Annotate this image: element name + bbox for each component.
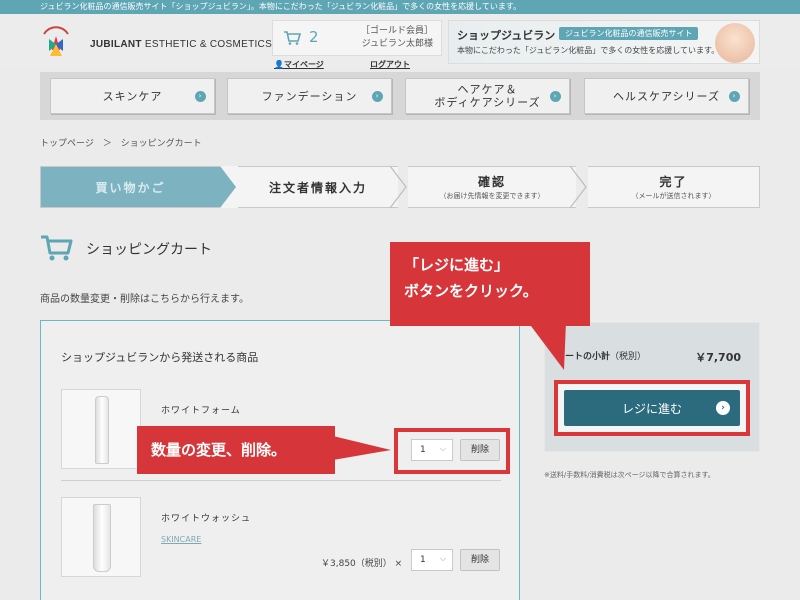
nav-haircare-bodycare[interactable]: ヘアケア＆ ボディケアシリーズ ›: [405, 78, 570, 114]
logout-link[interactable]: ログアウト: [370, 59, 410, 70]
step-arrow-icon: [220, 166, 238, 208]
chevron-down-icon: ⌵: [439, 554, 446, 563]
step-title: 買い物かご: [95, 180, 166, 195]
chevron-right-icon: ›: [372, 91, 383, 102]
banner-subtitle: 本物にこだわった「ジュビラン化粧品」で多くの女性を応援しています。: [457, 46, 720, 55]
cart-icon: [41, 235, 73, 261]
category-nav: スキンケア › ファンデーション › ヘアケア＆ ボディケアシリーズ › ヘルス…: [40, 72, 760, 120]
cart-count: 2: [309, 28, 319, 46]
checkout-highlight: レジに進む ›: [554, 380, 750, 436]
subtotal-value: ￥7,700: [695, 351, 741, 364]
step-cart: 買い物かご: [40, 166, 220, 208]
mypage-link[interactable]: 👤マイページ: [274, 59, 324, 70]
cart-item: ホワイトウォッシュ SKINCARE ￥3,850（税別） × 1 ⌵ 削除: [61, 497, 501, 597]
product-thumbnail[interactable]: [61, 389, 141, 469]
cart-icon: [284, 31, 301, 45]
step-arrow-icon: [570, 166, 587, 208]
subtotal-label: ートの小計（税別）: [565, 352, 647, 362]
step-subtitle: （メールが送信されます）: [631, 192, 716, 200]
banner-title: ショップジュビラン: [457, 29, 556, 42]
brand-name: JUBILANT ESTHETIC & COSMETICS: [90, 39, 273, 50]
callout-line: 「レジに進む」: [404, 256, 510, 274]
quantity-select[interactable]: 1 ⌵: [411, 549, 453, 571]
top-announcement-bar: ジュビラン化粧品の通信販売サイト「ショップジュビラン」。本物にこだわった「ジュビ…: [0, 0, 800, 14]
breadcrumb-current: ショッピングカート: [120, 139, 202, 149]
callout-pointer: [333, 436, 391, 460]
chevron-right-icon: ›: [550, 91, 561, 102]
step-title: 完了: [659, 175, 688, 189]
model-photo: [715, 23, 755, 63]
nav-label: ファンデーション: [261, 89, 358, 103]
panel-title: ショップジュビランから発送される商品: [61, 351, 259, 364]
member-rank: ［ゴールド会員］: [360, 26, 433, 36]
quantity-value: 1: [420, 555, 426, 565]
quantity-highlight: [394, 428, 510, 474]
product-category-link[interactable]: SKINCARE: [161, 535, 201, 544]
nav-label: ヘルスケアシリーズ: [612, 89, 720, 103]
callout-line: ボタンをクリック。: [404, 282, 538, 300]
step-confirm: 確認 （お届け先情報を変更できます）: [408, 166, 576, 208]
member-info: ［ゴールド会員］ ジュビラン太郎様: [361, 25, 433, 51]
checkout-steps: 買い物かご 注文者情報入力 確認 （お届け先情報を変更できます） 完了 （メール…: [40, 166, 760, 208]
callout-pointer: [528, 322, 566, 370]
delete-button[interactable]: 削除: [460, 549, 500, 571]
shipping-note: ※送料/手数料/消費税は次ページ以降で合算されます。: [544, 471, 715, 479]
chevron-right-icon: ›: [195, 91, 206, 102]
step-title: 確認: [477, 175, 506, 189]
product-price: ￥3,850（税別） ×: [321, 559, 403, 569]
tube-image: [93, 504, 111, 572]
product-name[interactable]: ホワイトフォーム: [161, 403, 241, 416]
checkout-label: レジに進む: [621, 401, 682, 416]
checkout-callout: 「レジに進む」 ボタンをクリック。: [390, 242, 590, 326]
breadcrumb: トップページ ＞ ショッピングカート: [40, 136, 202, 149]
chevron-right-icon: ›: [716, 401, 730, 415]
nav-label: スキンケア: [102, 89, 163, 103]
breadcrumb-home[interactable]: トップページ: [40, 139, 94, 149]
brand-logo-icon[interactable]: [40, 20, 72, 62]
checkout-button[interactable]: レジに進む ›: [564, 390, 740, 426]
header-cart[interactable]: 2 ［ゴールド会員］ ジュビラン太郎様: [272, 20, 442, 56]
bottle-image: [95, 396, 109, 464]
banner-badge: ジュビラン化粧品の通信販売サイト: [559, 27, 699, 40]
step-subtitle: （お届け先情報を変更できます）: [439, 192, 545, 200]
nav-healthcare[interactable]: ヘルスケアシリーズ ›: [584, 78, 749, 114]
breadcrumb-separator: ＞: [102, 139, 112, 149]
step-title: 注文者情報入力: [268, 180, 367, 195]
nav-label: ヘアケア＆ ボディケアシリーズ: [434, 83, 541, 109]
chevron-right-icon: ›: [729, 91, 740, 102]
step-arrow-icon: [390, 166, 407, 208]
user-name: ジュビラン太郎様: [361, 39, 433, 49]
site-header: JUBILANT ESTHETIC & COSMETICS 2 ［ゴールド会員］…: [0, 14, 800, 70]
step-complete: 完了 （メールが送信されます）: [588, 166, 760, 208]
step-orderer-info: 注文者情報入力: [238, 166, 398, 208]
nav-skincare[interactable]: スキンケア ›: [50, 78, 215, 114]
product-name[interactable]: ホワイトウォッシュ: [161, 511, 251, 524]
page-title: ショッピングカート: [86, 242, 212, 258]
product-thumbnail[interactable]: [61, 497, 141, 577]
nav-foundation[interactable]: ファンデーション ›: [227, 78, 392, 114]
quantity-callout: 数量の変更、削除。: [137, 426, 335, 474]
page-note: 商品の数量変更・削除はこちらから行えます。: [40, 294, 249, 305]
shop-banner[interactable]: ショップジュビラン ジュビラン化粧品の通信販売サイト 本物にこだわった「ジュビラ…: [448, 20, 760, 64]
